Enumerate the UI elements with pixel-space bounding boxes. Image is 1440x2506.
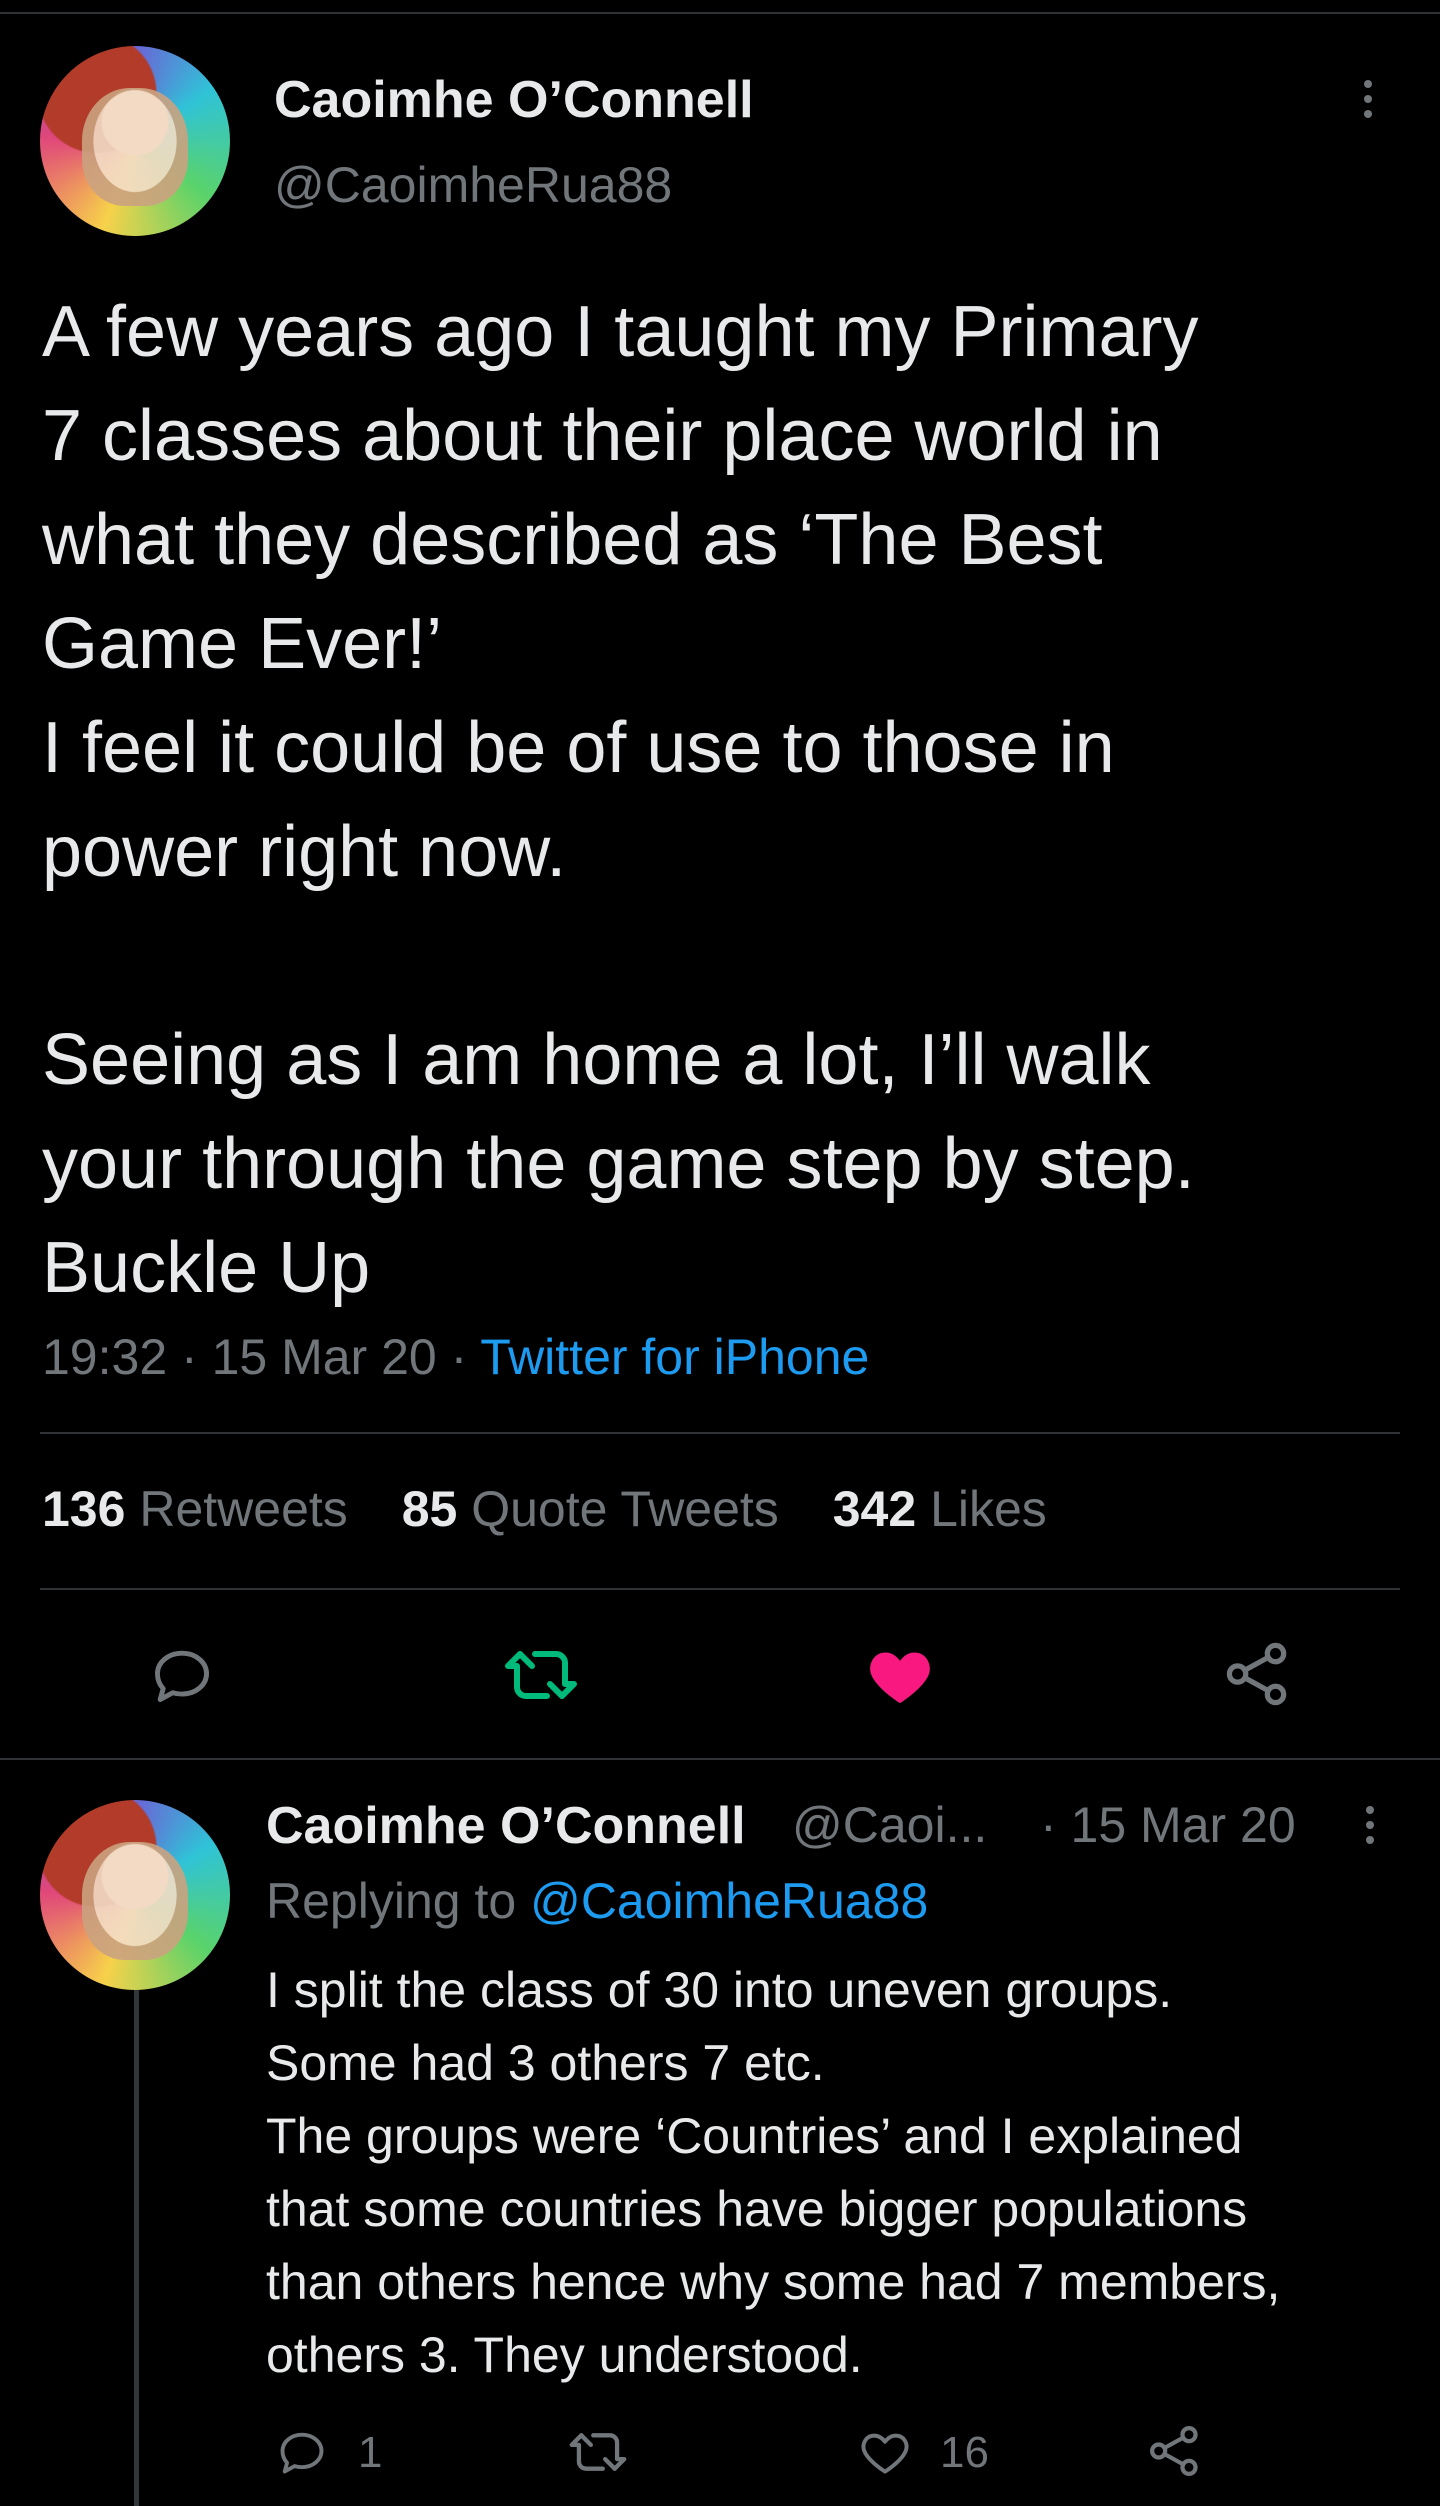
author-handle[interactable]: @CaoimheRua88 [274, 156, 672, 214]
replying-to: Replying to @CaoimheRua88 [266, 1872, 928, 1930]
tweet-text-line: Game Ever!’ [42, 604, 443, 684]
tweet-text-line: power right now. [42, 812, 567, 892]
reply-text-line: that some countries have bigger populati… [266, 2181, 1248, 2237]
tweet-date[interactable]: 15 Mar 20 [212, 1329, 437, 1385]
tweet-stats: 136 Retweets 85 Quote Tweets 342 Likes [42, 1480, 1087, 1538]
reply-text-line: others 3. They understood. [266, 2327, 863, 2383]
reply-icon[interactable] [140, 1640, 224, 1710]
tweet-text-line: what they described as ‘The Best [42, 500, 1103, 580]
tweet-time[interactable]: 19:32 [42, 1329, 167, 1385]
reply-text-line: I split the class of 30 into uneven grou… [266, 1962, 1173, 2018]
reply-count: 1 [358, 2428, 383, 2477]
reply-text-line: The groups were ‘Countries’ and I explai… [266, 2108, 1243, 2164]
top-divider [0, 12, 1440, 14]
retweets-stat[interactable]: 136 Retweets [42, 1481, 348, 1537]
tweet-source-link[interactable]: Twitter for iPhone [480, 1329, 869, 1385]
reply-author-display-name[interactable]: Caoimhe O’Connell [266, 1796, 746, 1856]
tweet-text-line: A few years ago I taught my Primary [42, 292, 1199, 372]
retweet-icon[interactable] [496, 1640, 586, 1710]
avatar[interactable] [40, 46, 230, 236]
thread-line [134, 1990, 139, 2506]
tweet-text-line: 7 classes about their place world in [42, 396, 1163, 476]
tweet-text-line: I feel it could be of use to those in [42, 708, 1115, 788]
reply-date[interactable]: · 15 Mar 20 [1040, 1796, 1296, 1854]
separator: · [181, 1329, 198, 1385]
reply-like-icon[interactable] [854, 2424, 916, 2480]
reply-retweet-icon[interactable] [564, 2424, 632, 2480]
reply-text-line: Some had 3 others 7 etc. [266, 2035, 825, 2091]
tweet-text-line: Seeing as I am home a lot, I’ll walk [42, 1020, 1151, 1100]
divider [0, 1758, 1440, 1760]
replying-to-handle[interactable]: @CaoimheRua88 [530, 1873, 928, 1929]
reply-avatar[interactable] [40, 1800, 230, 1990]
quote-tweets-stat[interactable]: 85 Quote Tweets [402, 1481, 779, 1537]
reply-more-options-icon[interactable] [1366, 1806, 1374, 1844]
reply-author-handle[interactable]: @Caoi... [792, 1796, 987, 1854]
author-display-name[interactable]: Caoimhe O’Connell [274, 70, 754, 130]
separator: · [450, 1329, 468, 1385]
reply-reply-icon[interactable] [272, 2424, 332, 2480]
more-options-icon[interactable] [1364, 80, 1372, 118]
divider [40, 1588, 1400, 1590]
tweet-text: A few years ago I taught my Primary 7 cl… [42, 280, 1412, 1320]
replying-to-label: Replying to [266, 1873, 517, 1929]
divider [40, 1432, 1400, 1434]
reply-text: I split the class of 30 into uneven grou… [266, 1954, 1416, 2392]
tweet-text-line: your through the game step by step. [42, 1124, 1195, 1204]
likes-stat[interactable]: 342 Likes [833, 1481, 1047, 1537]
tweet-meta: 19:32 · 15 Mar 20 · Twitter for iPhone [42, 1328, 869, 1386]
like-count: 16 [940, 2428, 989, 2477]
reply-text-line: than others hence why some had 7 members… [266, 2254, 1281, 2310]
tweet-text-line: Buckle Up [42, 1228, 371, 1308]
reply-share-icon[interactable] [1144, 2420, 1206, 2482]
share-icon[interactable] [1218, 1636, 1298, 1712]
like-icon[interactable] [860, 1640, 940, 1710]
